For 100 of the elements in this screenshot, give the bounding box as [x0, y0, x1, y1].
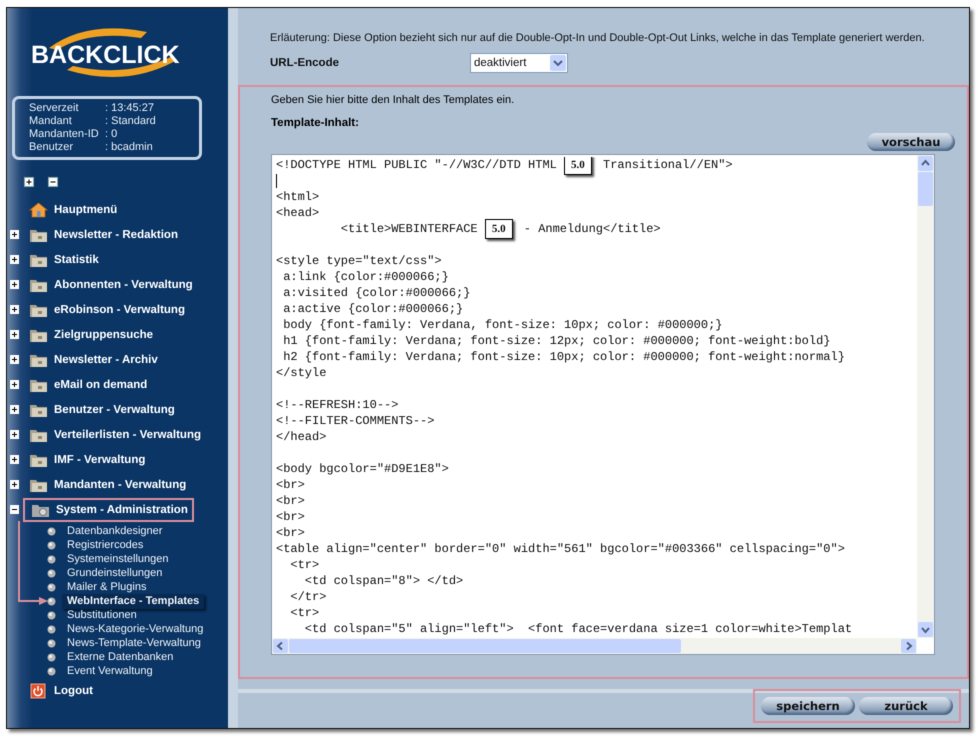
bullet-icon: [47, 582, 56, 592]
submenu-item[interactable]: News-Kategorie-Verwaltung: [62, 622, 208, 636]
code-line: <!--FILTER-COMMENTS-->: [276, 413, 434, 429]
collapse-all-icon[interactable]: [48, 177, 58, 187]
explanation-text: Erläuterung: Diese Option bezieht sich nur auf die Double-Opt-In und Double-Opt-Out Links, welche in das Template generiert werden.: [270, 31, 926, 46]
submenu-item[interactable]: Datenbankdesigner: [62, 524, 168, 538]
bullet-icon: [47, 666, 56, 676]
expand-icon[interactable]: [10, 355, 19, 364]
menu-item[interactable]: Statistik: [23, 250, 103, 270]
menu-item[interactable]: Hauptmenü: [23, 200, 122, 220]
horizontal-scrollbar[interactable]: [272, 638, 917, 654]
info-value: : 13:45:27: [105, 102, 154, 115]
bullet-icon: [47, 638, 56, 648]
template-editor[interactable]: [271, 154, 935, 655]
code-line: <html>: [276, 189, 320, 205]
code-line: <br>: [276, 477, 305, 493]
submenu-item[interactable]: Event Verwaltung: [62, 664, 158, 678]
bullet-icon: [47, 540, 56, 550]
url-encode-dropdown[interactable]: deaktiviert: [470, 53, 568, 73]
menu-item[interactable]: Logout: [23, 680, 97, 700]
bullet-icon: [47, 526, 56, 536]
menu-item[interactable]: Abonnenten - Verwaltung: [23, 274, 197, 294]
code-line: <td colspan="5" align="left"> <font face=verdana size=1 color=white>Templat: [304, 621, 852, 636]
code-line: </tr>: [289, 589, 326, 605]
version-callout: 5.0: [564, 157, 592, 175]
collapse-icon[interactable]: [10, 505, 19, 514]
code-line: <body bgcolor="#D9E1E8">: [276, 461, 449, 477]
submenu-item[interactable]: Mailer & Plugins: [62, 580, 152, 594]
submenu-item[interactable]: Grundeinstellungen: [62, 566, 168, 580]
code-line: <tr>: [289, 557, 320, 573]
preview-button[interactable]: vorschau: [867, 133, 955, 151]
menu-item[interactable]: Mandanten - Verwaltung: [23, 474, 190, 494]
submenu-item[interactable]: Substitutionen: [62, 608, 142, 622]
bullet-icon: [47, 610, 56, 620]
expand-icon[interactable]: [10, 380, 19, 389]
code-line: - Anmeldung</title>: [522, 221, 661, 237]
menu-item[interactable]: eMail on demand: [23, 374, 152, 394]
expand-icon[interactable]: [10, 330, 19, 339]
menu-item[interactable]: Newsletter - Archiv: [23, 350, 162, 370]
info-label: Serverzeit: [29, 102, 80, 115]
code-line: <tr>: [289, 605, 320, 621]
code-line: h1 {font-family: Verdana; font-size: 12px; color: #000000; font-weight:bold}: [282, 333, 830, 349]
action-button[interactable]: zurück: [859, 697, 953, 715]
expand-icon[interactable]: [10, 255, 19, 264]
code-line: </style: [276, 365, 326, 381]
bullet-icon: [47, 596, 56, 606]
menu-item[interactable]: eRobinson - Verwaltung: [23, 300, 189, 320]
code-line: <style type="text/css">: [276, 253, 442, 269]
code-line: <title>WEBINTERFACE: [340, 221, 479, 237]
info-label: Mandant: [29, 115, 73, 128]
menu-item[interactable]: Newsletter - Redaktion: [23, 224, 182, 244]
code-line: a:visited {color:#000066;}: [282, 285, 470, 301]
info-label: Benutzer: [29, 141, 74, 154]
submenu-item[interactable]: Systemeinstellungen: [62, 552, 174, 566]
code-line: a:link {color:#000066;}: [282, 269, 449, 285]
bullet-icon: [47, 652, 56, 662]
code-line: Transitional//EN">: [602, 157, 733, 173]
code-line: <table align="center" border="0" width="561" bgcolor="#003366" cellspacing="0">: [276, 541, 845, 557]
vertical-scrollbar[interactable]: [917, 155, 934, 638]
info-value: : 0: [105, 128, 118, 141]
logo: BACKCLICK: [27, 26, 187, 84]
submenu-item[interactable]: WebInterface - Templates: [62, 594, 204, 608]
code-line: <!DOCTYPE HTML PUBLIC "-//W3C//DTD HTML: [276, 157, 558, 173]
expand-icon[interactable]: [10, 455, 19, 464]
expand-all-icon[interactable]: [24, 177, 34, 187]
expand-icon[interactable]: [10, 405, 19, 414]
house-icon: [29, 202, 48, 218]
code-line: <head>: [276, 205, 320, 221]
menu-item[interactable]: IMF - Verwaltung: [23, 450, 150, 470]
bullet-icon: [47, 554, 56, 564]
expand-icon[interactable]: [10, 430, 19, 439]
bullet-icon: [47, 568, 56, 578]
code-line: <!--REFRESH:10-->: [276, 397, 398, 413]
bullet-icon: [47, 624, 56, 634]
info-label: Mandanten-ID: [29, 128, 100, 141]
submenu-item[interactable]: News-Template-Verwaltung: [62, 636, 206, 650]
code-line: a:active {color:#000066;}: [282, 301, 464, 317]
code-line: <td colspan="8"> </td>: [304, 573, 464, 589]
expand-icon[interactable]: [10, 280, 19, 289]
info-value: : bcadmin: [105, 141, 153, 154]
menu-item[interactable]: Verteilerlisten - Verwaltung: [23, 424, 205, 444]
submenu-item[interactable]: Externe Datenbanken: [62, 650, 178, 664]
field-label: Template-Inhalt:: [271, 117, 360, 129]
menu-item[interactable]: Zielgruppensuche: [23, 324, 158, 344]
code-line: <br>: [276, 509, 305, 525]
expand-icon[interactable]: [10, 305, 19, 314]
code-line: </head>: [276, 429, 326, 445]
hint-text: Geben Sie hier bitte den Inhalt des Templates ein.: [271, 93, 516, 107]
version-callout: 5.0: [484, 219, 513, 239]
action-button[interactable]: speichern: [761, 697, 855, 715]
menu-item[interactable]: Benutzer - Verwaltung: [23, 400, 179, 420]
chevron-down-icon: [550, 55, 566, 71]
expand-icon[interactable]: [10, 230, 19, 239]
text-cursor: [276, 174, 277, 188]
expand-icon[interactable]: [10, 480, 19, 489]
submenu-item[interactable]: Registriercodes: [62, 538, 148, 552]
code-line: <br>: [276, 493, 305, 509]
highlighted-menu-item[interactable]: System - Administration: [23, 498, 194, 522]
field-label: URL-Encode: [270, 57, 340, 69]
code-line: h2 {font-family: Verdana; font-size: 10px; color: #000000; font-weight:normal}: [282, 349, 845, 365]
